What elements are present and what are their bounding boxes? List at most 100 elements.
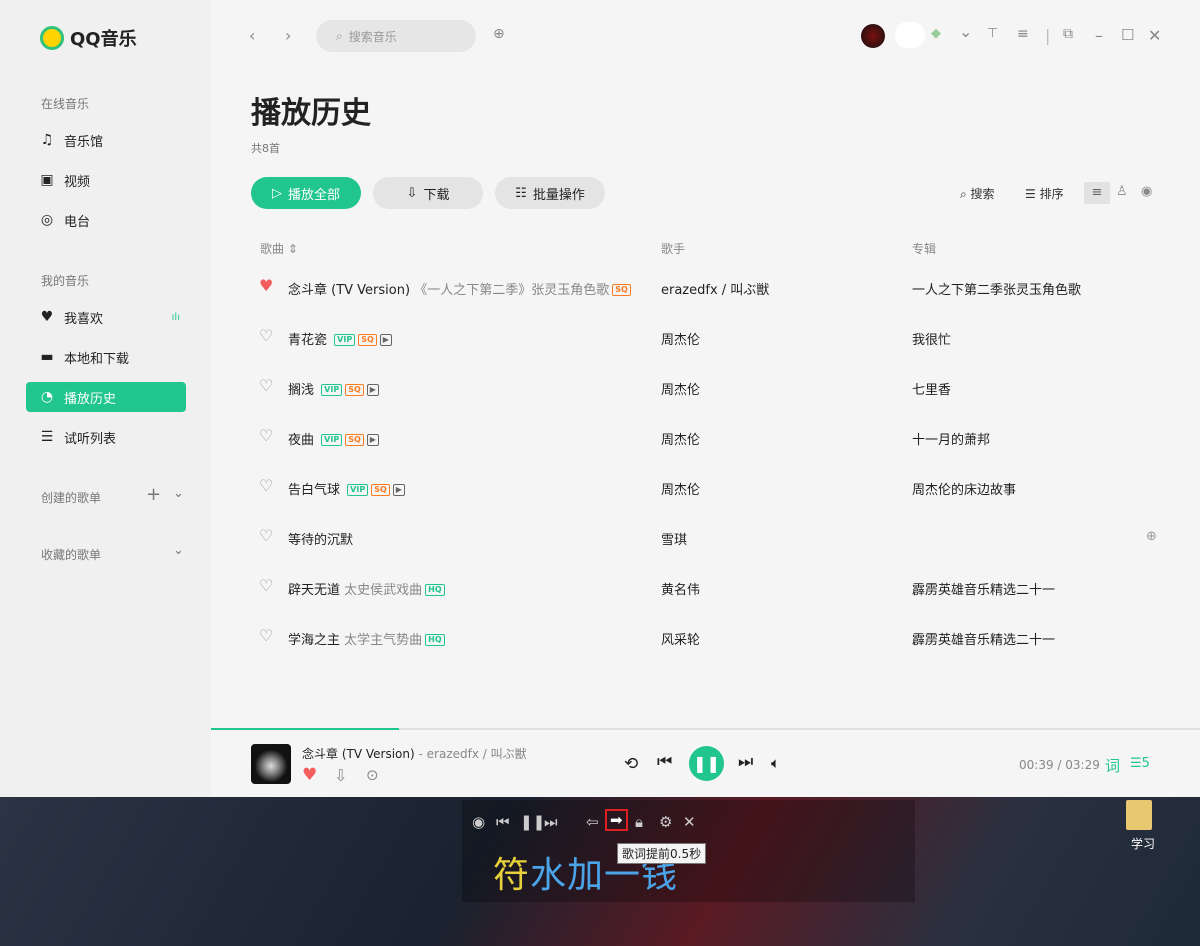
sidebar-item-video[interactable]: ▣视频 xyxy=(26,165,186,195)
more-icon[interactable]: ⊙ xyxy=(366,766,379,784)
song-row[interactable]: ♡ 告白气球 VIPSQ▶ 周杰伦 周杰伦的床边故事 xyxy=(211,463,1200,513)
like-heart-icon[interactable]: ♡ xyxy=(259,426,273,445)
batch-button[interactable]: ☷批量操作 xyxy=(495,177,605,209)
song-album[interactable]: 七里香 xyxy=(912,379,951,398)
chevron-down-icon[interactable]: ⌄ xyxy=(173,543,184,558)
song-album[interactable]: 霹雳英雄音乐精选二十一 xyxy=(912,629,1055,648)
play-all-button[interactable]: ▷播放全部 xyxy=(251,177,361,209)
search-list-button[interactable]: ⌕ 搜索 xyxy=(960,185,995,202)
pause-button[interactable]: ❚❚ xyxy=(689,746,724,781)
voice-search-icon[interactable]: ⊕ xyxy=(493,26,505,42)
maximize-icon[interactable]: ☐ xyxy=(1121,26,1134,44)
song-artist[interactable]: 周杰伦 xyxy=(661,379,700,398)
song-artist[interactable]: 周杰伦 xyxy=(661,429,700,448)
close-icon[interactable]: ✕ xyxy=(683,813,696,831)
qq-music-icon[interactable]: ◉ xyxy=(472,813,485,831)
avatar[interactable] xyxy=(861,24,885,48)
song-album[interactable]: 十一月的萧邦 xyxy=(912,429,990,448)
song-title[interactable]: 青花瓷 VIPSQ▶ xyxy=(288,329,392,348)
volume-icon[interactable]: 🔈︎ xyxy=(771,754,780,772)
lyrics-delay-icon[interactable]: ⇦ xyxy=(586,813,599,831)
chevron-down-icon[interactable]: ⌄ xyxy=(959,22,972,41)
folder-label[interactable]: 学习 xyxy=(1131,835,1155,852)
app-logo[interactable]: QQ音乐 xyxy=(40,25,137,51)
lyrics-advance-icon[interactable]: ➡ xyxy=(605,809,628,831)
liked-heart-icon[interactable]: ♥ xyxy=(302,765,317,785)
song-artist[interactable]: 周杰伦 xyxy=(661,329,700,348)
repeat-icon[interactable]: ⟲ xyxy=(624,754,638,774)
song-album[interactable]: 一人之下第二季张灵玉角色歌 xyxy=(912,279,1081,298)
add-playlist-icon[interactable]: + xyxy=(146,484,161,505)
sidebar-item-trial-list[interactable]: ☰试听列表 xyxy=(26,422,186,452)
song-row[interactable]: ♡ 青花瓷 VIPSQ▶ 周杰伦 我很忙 xyxy=(211,313,1200,363)
username[interactable] xyxy=(895,22,925,48)
folder-icon[interactable] xyxy=(1126,800,1152,830)
song-title[interactable]: 等待的沉默 xyxy=(288,529,353,548)
diamond-icon[interactable]: ◆ xyxy=(931,26,941,41)
like-heart-icon[interactable]: ♡ xyxy=(259,626,273,645)
queue-button[interactable]: ☰5 xyxy=(1130,756,1150,771)
song-title[interactable]: 夜曲 VIPSQ▶ xyxy=(288,429,379,448)
song-album[interactable]: 霹雳英雄音乐精选二十一 xyxy=(912,579,1055,598)
column-song[interactable]: 歌曲 ⇕ xyxy=(260,240,298,257)
song-title[interactable]: 辟天无道 太史侯武戏曲HQ xyxy=(288,579,445,598)
song-artist[interactable]: 风采轮 xyxy=(661,629,700,648)
menu-icon[interactable]: ≡ xyxy=(1017,26,1029,42)
sidebar-item-favorites[interactable]: ♥我喜欢ılı xyxy=(26,302,186,332)
like-heart-icon[interactable]: ♡ xyxy=(259,476,273,495)
back-icon[interactable]: ‹ xyxy=(249,26,255,45)
song-row[interactable]: ♡ 夜曲 VIPSQ▶ 周杰伦 十一月的萧邦 xyxy=(211,413,1200,463)
sidebar-item-history[interactable]: ◔播放历史 xyxy=(26,382,186,412)
lock-icon[interactable]: 🔒︎ xyxy=(635,813,643,831)
song-row[interactable]: ♡ 辟天无道 太史侯武戏曲HQ 黄名伟 霹雳英雄音乐精选二十一 xyxy=(211,563,1200,613)
mv-badge[interactable]: ▶ xyxy=(367,384,379,396)
search-input[interactable]: ⌕搜索音乐 xyxy=(316,20,476,52)
song-artist[interactable]: 周杰伦 xyxy=(661,479,700,498)
album-view-icon[interactable]: ◉ xyxy=(1141,184,1152,199)
minimize-icon[interactable]: – xyxy=(1095,26,1103,45)
pause-icon[interactable]: ❚❚ xyxy=(520,813,545,831)
like-heart-icon[interactable]: ♥ xyxy=(259,276,273,295)
lyrics-button[interactable]: 词 xyxy=(1105,755,1120,776)
song-row[interactable]: ♡ 等待的沉默 雪琪 ⊕ xyxy=(211,513,1200,563)
mv-badge[interactable]: ▶ xyxy=(393,484,405,496)
like-heart-icon[interactable]: ♡ xyxy=(259,526,273,545)
skin-shirt-icon[interactable]: ⊤ xyxy=(987,26,998,41)
album-cover[interactable] xyxy=(251,744,291,784)
like-heart-icon[interactable]: ♡ xyxy=(259,576,273,595)
chevron-down-icon[interactable]: ⌄ xyxy=(173,486,184,501)
artist-view-icon[interactable]: ♙ xyxy=(1116,184,1128,199)
now-playing[interactable]: 念斗章 (TV Version) - erazedfx / 叫ぶ獣 xyxy=(302,745,527,762)
previous-icon[interactable]: ⏮ xyxy=(496,813,510,831)
forward-icon[interactable]: › xyxy=(285,26,291,45)
list-view-icon[interactable]: ≡ xyxy=(1084,182,1110,204)
song-title[interactable]: 学海之主 太学主气势曲HQ xyxy=(288,629,445,648)
song-row[interactable]: ♡ 搁浅 VIPSQ▶ 周杰伦 七里香 xyxy=(211,363,1200,413)
download-button[interactable]: ⇩下载 xyxy=(373,177,483,209)
next-icon[interactable]: ⏭ xyxy=(544,813,558,831)
like-heart-icon[interactable]: ♡ xyxy=(259,376,273,395)
sort-button[interactable]: ☰ 排序 xyxy=(1025,185,1064,202)
song-title[interactable]: 搁浅 VIPSQ▶ xyxy=(288,379,379,398)
mini-mode-icon[interactable]: ⧉ xyxy=(1063,26,1073,42)
song-title[interactable]: 念斗章 (TV Version) 《一人之下第二季》张灵玉角色歌SQ xyxy=(288,279,631,298)
mv-badge[interactable]: ▶ xyxy=(367,434,379,446)
sidebar-item-music-hall[interactable]: ♫音乐馆 xyxy=(26,125,186,155)
like-heart-icon[interactable]: ♡ xyxy=(259,326,273,345)
next-icon[interactable]: ⏭ xyxy=(738,752,753,772)
song-row[interactable]: ♡ 学海之主 太学主气势曲HQ 风采轮 霹雳英雄音乐精选二十一 xyxy=(211,613,1200,663)
song-album[interactable]: 我很忙 xyxy=(912,329,951,348)
song-artist[interactable]: 雪琪 xyxy=(661,529,687,548)
song-artist[interactable]: erazedfx / 叫ぶ獣 xyxy=(661,279,769,298)
previous-icon[interactable]: ⏮ xyxy=(657,752,672,772)
song-title[interactable]: 告白气球 VIPSQ▶ xyxy=(288,479,405,498)
song-row[interactable]: ♥ 念斗章 (TV Version) 《一人之下第二季》张灵玉角色歌SQ era… xyxy=(211,263,1200,313)
mv-badge[interactable]: ▶ xyxy=(380,334,392,346)
download-icon[interactable]: ⇩ xyxy=(334,766,347,785)
settings-icon[interactable]: ⚙ xyxy=(659,813,672,831)
sidebar-item-radio[interactable]: ◎电台 xyxy=(26,205,186,235)
song-artist[interactable]: 黄名伟 xyxy=(661,579,700,598)
sidebar-item-local[interactable]: ▬本地和下载 xyxy=(26,342,186,372)
song-album[interactable]: 周杰伦的床边故事 xyxy=(912,479,1016,498)
close-icon[interactable]: ✕ xyxy=(1148,26,1161,45)
